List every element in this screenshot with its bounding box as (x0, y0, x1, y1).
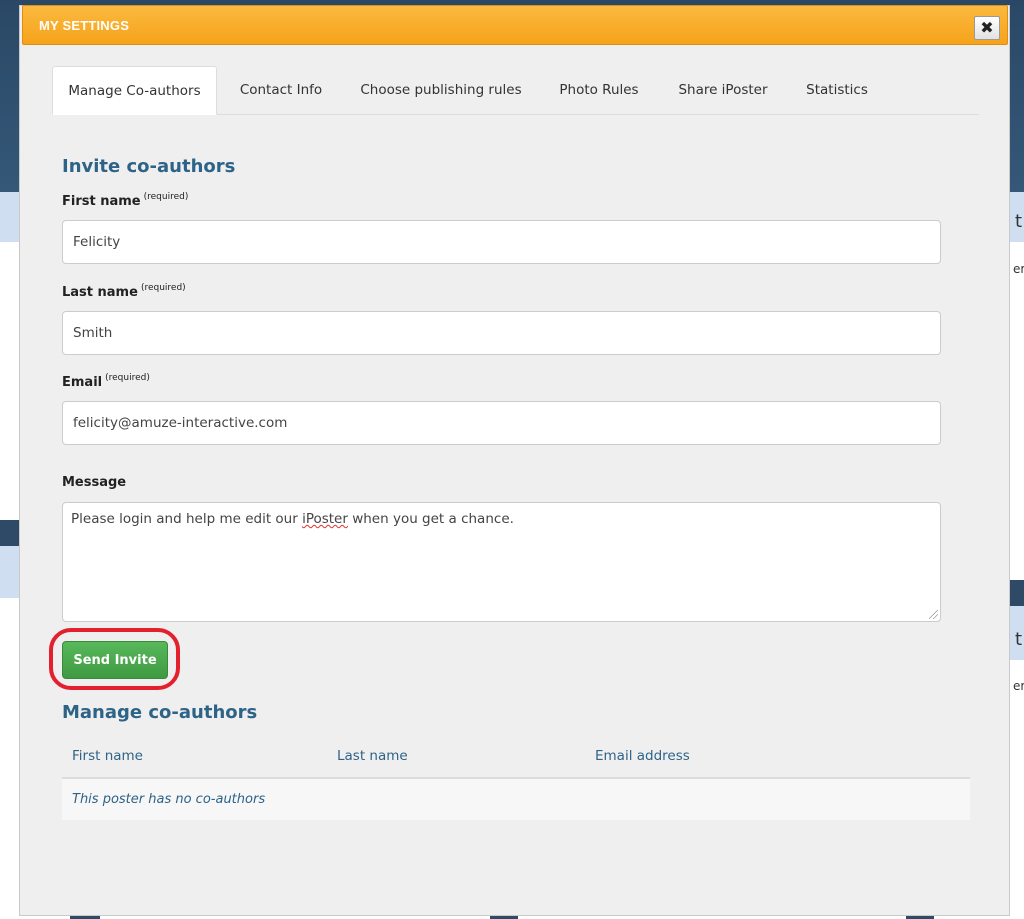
misspelled-word: iPoster (302, 511, 348, 527)
column-email-address: Email address (595, 748, 690, 764)
background-text-fragment: er (1013, 679, 1024, 693)
message-text: Please login and help me edit our (71, 511, 303, 527)
background-text-fragment: er (1013, 262, 1024, 276)
close-icon: ✖ (980, 18, 994, 37)
tab-choose-publishing-rules[interactable]: Choose publishing rules (348, 66, 534, 114)
column-first-name: First name (72, 748, 143, 764)
message-text: when you get a chance. (347, 511, 514, 527)
email-input[interactable] (62, 401, 941, 445)
send-invite-button[interactable]: Send Invite (62, 641, 168, 679)
resize-grip-icon[interactable] (929, 610, 938, 619)
empty-table-message: This poster has no co-authors (72, 792, 266, 807)
background-text-fragment: t (1015, 211, 1023, 232)
required-note: (required) (105, 373, 150, 383)
settings-tabs: Manage Co-authors Contact Info Choose pu… (52, 66, 979, 115)
tab-statistics[interactable]: Statistics (794, 66, 880, 114)
modal-title: MY SETTINGS (39, 18, 130, 33)
message-textarea[interactable]: Please login and help me edit our iPoste… (62, 502, 941, 622)
last-name-label: Last name (required) (62, 283, 186, 300)
first-name-label: First name (required) (62, 192, 189, 209)
close-button[interactable]: ✖ (974, 16, 1000, 40)
email-label: Email (required) (62, 373, 150, 390)
tab-share-iposter[interactable]: Share iPoster (666, 66, 780, 114)
table-row: This poster has no co-authors (62, 779, 970, 820)
modal-header: MY SETTINGS (22, 5, 1008, 45)
last-name-input[interactable] (62, 311, 941, 355)
background-text-fragment: t (1015, 629, 1023, 650)
tab-manage-co-authors[interactable]: Manage Co-authors (52, 66, 217, 115)
required-note: (required) (140, 283, 186, 293)
manage-section-title: Manage co-authors (62, 702, 258, 723)
tab-photo-rules[interactable]: Photo Rules (546, 66, 652, 114)
required-note: (required) (143, 192, 189, 202)
tab-contact-info[interactable]: Contact Info (222, 66, 340, 114)
co-authors-table: First name Last name Email address This … (62, 736, 970, 820)
table-header: First name Last name Email address (62, 736, 970, 779)
column-last-name: Last name (337, 748, 408, 764)
message-label: Message (62, 475, 127, 490)
invite-section-title: Invite co-authors (62, 156, 236, 177)
first-name-input[interactable] (62, 220, 941, 264)
background-bar (1008, 580, 1024, 606)
